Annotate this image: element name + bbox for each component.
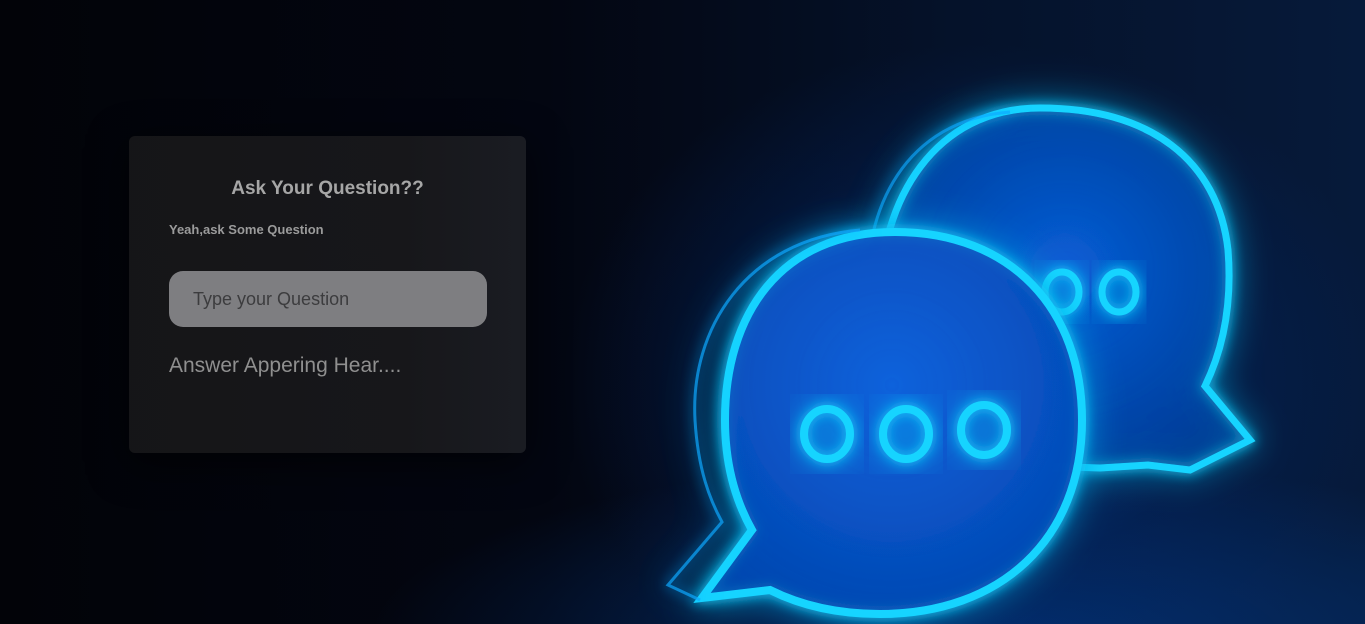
page: Ask Your Question?? Yeah,ask Some Questi…	[0, 0, 1365, 624]
card-title: Ask Your Question??	[231, 178, 424, 199]
front-chat-bubble	[665, 227, 1087, 619]
question-input[interactable]	[169, 271, 487, 327]
question-card: Ask Your Question?? Yeah,ask Some Questi…	[129, 136, 526, 453]
answer-text: Answer Appering Hear....	[169, 354, 402, 377]
card-subtitle: Yeah,ask Some Question	[169, 222, 324, 237]
